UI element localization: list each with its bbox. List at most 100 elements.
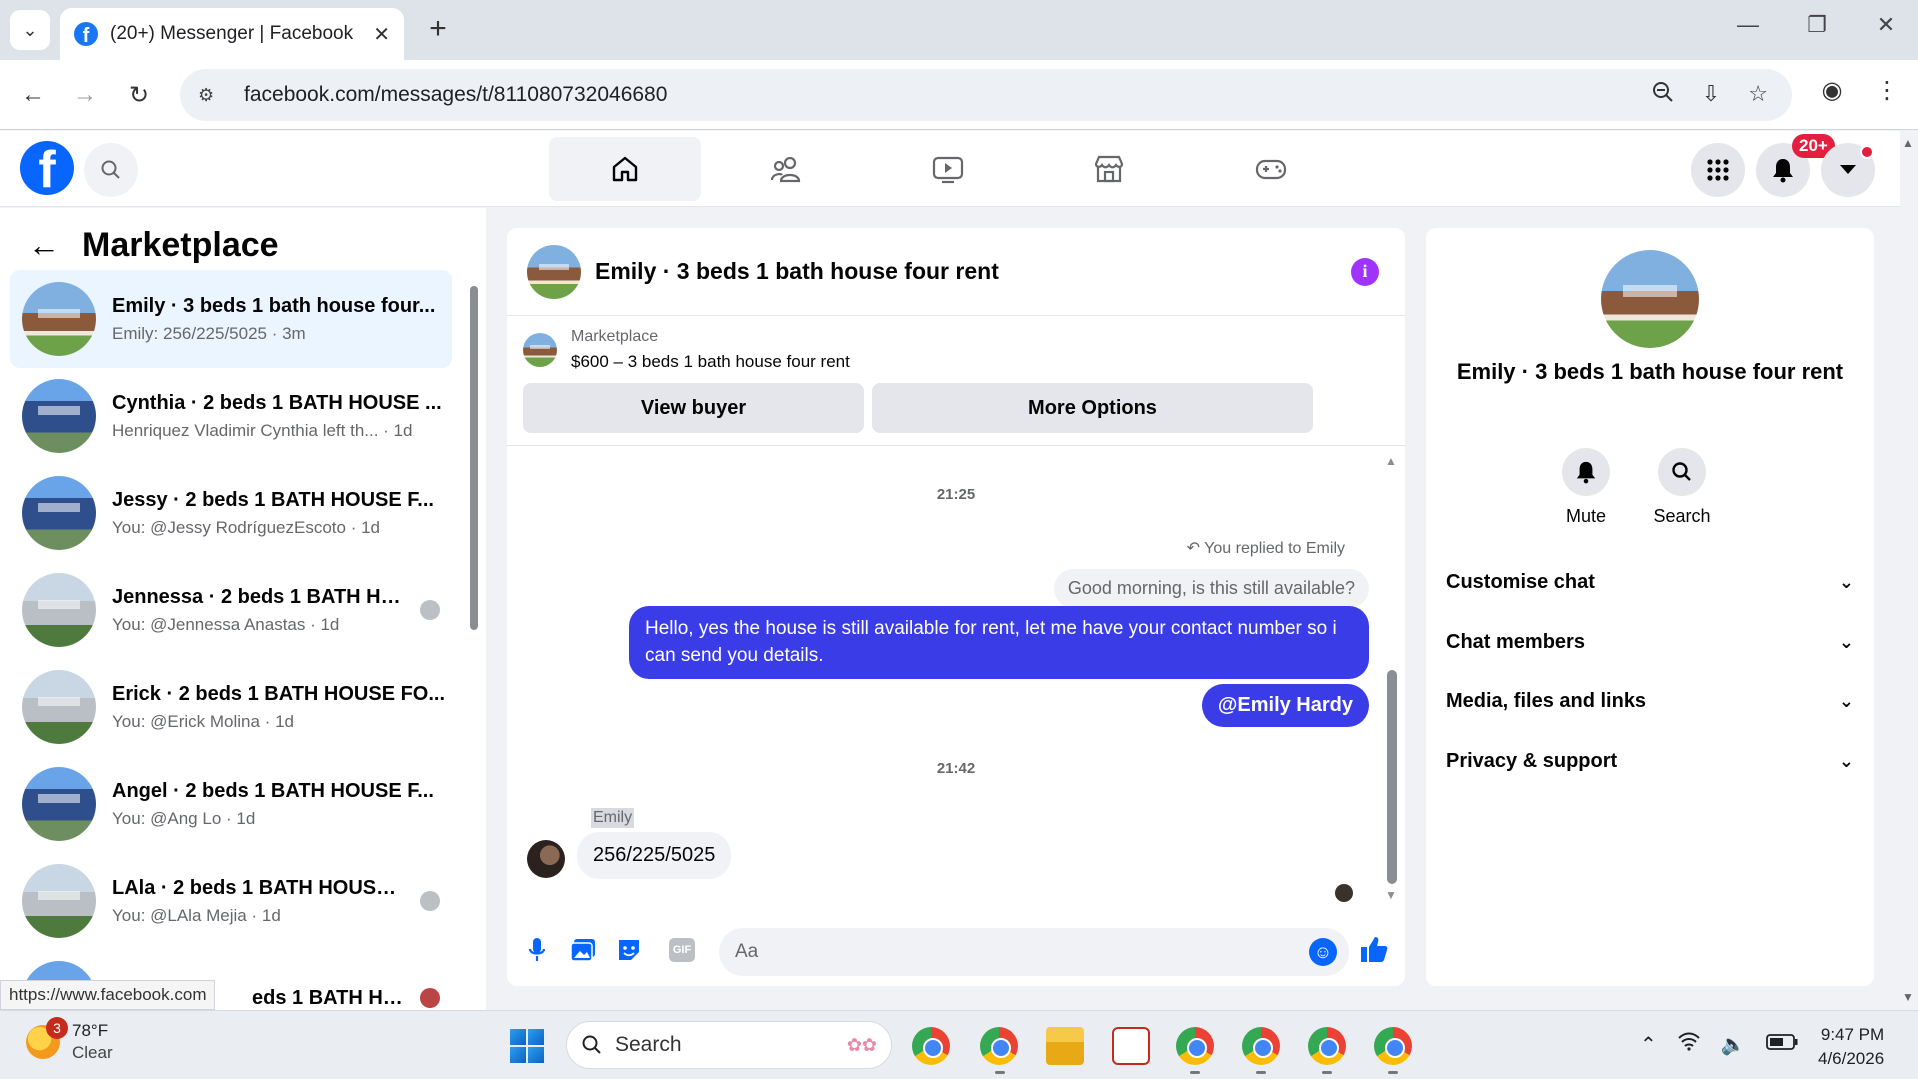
page-scroll-up-icon[interactable]: ▲ (1902, 136, 1914, 150)
reload-button[interactable]: ↻ (120, 76, 158, 114)
battery-icon[interactable] (1765, 1033, 1798, 1056)
chrome-icon[interactable] (912, 1027, 950, 1065)
browser-menu-icon[interactable]: ⋮ (1868, 76, 1906, 105)
chrome-icon[interactable] (1242, 1027, 1280, 1065)
conversation-avatar (22, 282, 96, 356)
conversation-item[interactable]: Emily · 3 beds 1 bath house four... Emil… (10, 270, 452, 368)
view-buyer-button[interactable]: View buyer (523, 383, 864, 433)
facebook-logo[interactable]: f (20, 141, 74, 195)
quoted-message[interactable]: Good morning, is this still available? (1053, 569, 1369, 608)
profile-icon[interactable]: ◉ (1813, 76, 1851, 105)
bookmark-star-icon[interactable]: ☆ (1748, 81, 1768, 109)
back-button[interactable]: ← (14, 76, 52, 114)
chat-avatar[interactable] (527, 244, 581, 299)
system-clock[interactable]: 9:47 PM 4/6/2026 (1818, 1023, 1884, 1071)
conversation-item[interactable]: Jennessa · 2 beds 1 BATH HO... You: @Jen… (10, 561, 452, 659)
chrome-icon[interactable] (1308, 1027, 1346, 1065)
mute-action[interactable]: Mute (1546, 448, 1626, 527)
menu-grid-button[interactable] (1691, 143, 1745, 197)
search-icon[interactable] (1658, 448, 1706, 496)
wifi-icon[interactable] (1677, 1031, 1701, 1057)
address-bar[interactable]: ⚙ facebook.com/messages/t/81108073204668… (180, 69, 1792, 121)
conversation-item[interactable]: Jessy · 2 beds 1 BATH HOUSE F... You: @J… (10, 464, 452, 562)
install-app-icon[interactable]: ⇩ (1702, 81, 1720, 109)
privacy-support-row[interactable]: Privacy & support ⌄ (1446, 741, 1854, 781)
file-explorer-icon[interactable] (1046, 1027, 1084, 1065)
more-options-button[interactable]: More Options (872, 383, 1313, 433)
conversation-preview: Henriquez Vladimir Cynthia left th... · … (112, 420, 413, 440)
emoji-icon[interactable]: ☺ (1309, 938, 1337, 966)
received-message[interactable]: 256/225/5025 (577, 832, 732, 879)
chat-members-row[interactable]: Chat members ⌄ (1446, 622, 1854, 662)
address-toolbar: ← → ↻ ⚙ facebook.com/messages/t/81108073… (0, 60, 1918, 130)
conversation-avatar (22, 767, 96, 841)
chrome-icon[interactable] (980, 1027, 1018, 1065)
nav-gaming[interactable] (1195, 137, 1347, 201)
zoom-icon[interactable] (1652, 81, 1674, 109)
sticker-icon[interactable] (615, 936, 643, 964)
search-action[interactable]: Search (1642, 448, 1722, 527)
nav-home[interactable] (549, 137, 701, 201)
message-input[interactable] (719, 928, 1349, 976)
restore-button[interactable]: ❐ (1797, 12, 1837, 38)
facebook-search-button[interactable] (84, 143, 138, 197)
page-scroll-down-icon[interactable]: ▼ (1902, 990, 1914, 1004)
profile-avatar[interactable] (1601, 250, 1699, 348)
conversation-item[interactable]: Cynthia · 2 beds 1 BATH HOUSE ... Henriq… (10, 367, 452, 465)
scroll-up-arrow-icon[interactable]: ▲ (1385, 454, 1397, 468)
listing-summary[interactable]: Marketplace $600 – 3 beds 1 bath house f… (523, 328, 850, 372)
nav-friends[interactable] (710, 137, 862, 201)
chrome-icon[interactable] (1176, 1027, 1214, 1065)
info-icon[interactable]: i (1351, 257, 1379, 286)
forward-button[interactable]: → (66, 76, 104, 114)
sent-message[interactable]: Hello, yes the house is still available … (629, 606, 1369, 680)
gif-icon[interactable]: GIF (669, 938, 695, 962)
media-files-links-row[interactable]: Media, files and links ⌄ (1446, 681, 1854, 721)
browser-tab[interactable]: f (20+) Messenger | Facebook ✕ (60, 8, 404, 60)
search-icon (582, 1035, 601, 1054)
close-tab-icon[interactable]: ✕ (373, 22, 390, 47)
chevron-down-icon: ⌄ (1838, 750, 1854, 771)
taskbar-search[interactable]: Search ✿✿ (566, 1021, 892, 1069)
back-arrow-icon[interactable]: ← (28, 227, 60, 264)
chat-title[interactable]: Emily · 3 beds 1 bath house four rent (595, 258, 1337, 285)
conversation-preview: You: @Jennessa Anastas · 1d (112, 614, 340, 634)
weather-widget[interactable]: 3 78°F Clear (26, 1017, 113, 1063)
chat-scrollbar[interactable] (1387, 670, 1397, 884)
listing-title: $600 – 3 beds 1 bath house four rent (571, 352, 850, 371)
thumbs-up-icon[interactable] (1359, 934, 1389, 972)
seen-avatar-icon (420, 600, 440, 620)
url-text[interactable]: facebook.com/messages/t/811080732046680 (244, 83, 1652, 107)
account-alert-dot (1860, 145, 1874, 159)
reply-arrow-icon: ↶ (1186, 540, 1201, 557)
chevron-up-icon[interactable]: ⌃ (1640, 1032, 1657, 1057)
minimize-button[interactable]: — (1728, 12, 1768, 38)
chat-info-panel: Emily · 3 beds 1 bath house four rent Mu… (1426, 228, 1874, 986)
new-tab-button[interactable]: + (420, 12, 456, 46)
mention-message[interactable]: @Emily Hardy (1201, 684, 1369, 727)
customise-chat-row[interactable]: Customise chat ⌄ (1446, 562, 1854, 602)
running-indicator (1190, 1071, 1200, 1074)
nav-video[interactable] (872, 137, 1024, 201)
bell-icon[interactable] (1562, 448, 1610, 496)
conversation-name: Jennessa · 2 beds 1 BATH HO... (112, 585, 404, 608)
nav-marketplace[interactable] (1033, 137, 1185, 201)
conversation-item[interactable]: LAla · 2 beds 1 BATH HOUSE F... You: @LA… (10, 852, 452, 950)
chrome-icon[interactable] (1374, 1027, 1412, 1065)
conversation-list-scrollbar[interactable] (470, 286, 478, 630)
taskbar-search-label: Search (615, 1033, 682, 1056)
microphone-icon[interactable] (523, 936, 551, 964)
start-button-icon[interactable] (510, 1029, 544, 1063)
photo-icon[interactable] (569, 936, 597, 964)
conversation-item[interactable]: Erick · 2 beds 1 BATH HOUSE FO... You: @… (10, 658, 452, 756)
volume-icon[interactable]: 🔈 (1721, 1032, 1746, 1057)
conversation-item[interactable]: Angel · 2 beds 1 BATH HOUSE F... You: @A… (10, 755, 452, 853)
snipping-tool-icon[interactable] (1112, 1027, 1150, 1065)
caret-down-icon (1840, 165, 1856, 174)
sender-avatar[interactable] (527, 840, 565, 878)
scroll-down-arrow-icon[interactable]: ▼ (1385, 888, 1397, 902)
listing-thumbnail (523, 333, 557, 367)
close-window-button[interactable]: ✕ (1866, 12, 1906, 38)
site-info-icon[interactable]: ⚙ (198, 85, 224, 106)
tab-search-dropdown[interactable]: ⌄ (10, 10, 50, 50)
